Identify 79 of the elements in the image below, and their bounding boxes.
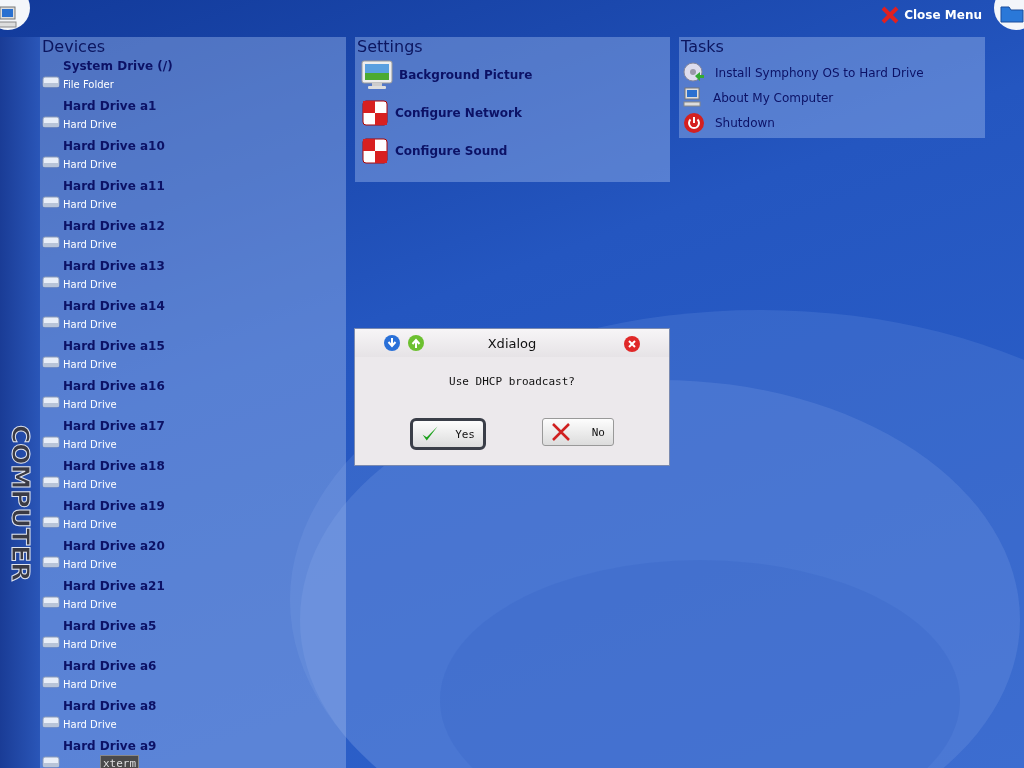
drive-icon [42,236,60,248]
checker-icon [361,99,389,127]
device-type: Hard Drive [63,678,118,692]
drive-icon [42,396,60,408]
device-name[interactable]: Hard Drive a13 [63,258,165,274]
drive-icon [42,316,60,328]
monitor-icon [361,60,393,90]
device-type: Hard Drive [63,398,118,412]
device-name[interactable]: Hard Drive a6 [63,658,157,674]
drive-icon [42,356,60,368]
device-name[interactable]: Hard Drive a5 [63,618,157,634]
panel-title: Devices [42,38,107,56]
device-name[interactable]: Hard Drive a12 [63,218,165,234]
device-type: Hard Drive [63,638,118,652]
checker-icon [361,137,389,165]
drive-icon [42,276,60,288]
drive-icon [42,716,60,728]
no-button[interactable]: No [542,418,614,446]
device-name[interactable]: Hard Drive a19 [63,498,165,514]
computer-icon [683,86,703,109]
drive-icon [42,436,60,448]
settings-item[interactable]: Configure Sound [395,144,508,158]
device-name[interactable]: Hard Drive a21 [63,578,165,594]
device-name[interactable]: Hard Drive a18 [63,458,165,474]
device-type: Hard Drive [63,478,118,492]
task-item[interactable]: Install Symphony OS to Hard Drive [715,65,924,80]
device-type: Hard Drive [63,198,118,212]
drive-icon [42,676,60,688]
device-name[interactable]: System Drive (/) [63,58,173,74]
device-name[interactable]: Hard Drive a20 [63,538,165,554]
device-type: Hard Drive [63,118,118,132]
drive-icon [42,116,60,128]
settings-item[interactable]: Background Picture [399,68,533,82]
device-name[interactable]: Hard Drive a10 [63,138,165,154]
device-type: File Folder [63,78,115,92]
drive-icon [42,156,60,168]
device-name[interactable]: Hard Drive a9 [63,738,157,754]
device-type: Hard Drive [63,238,118,252]
power-icon [683,111,705,134]
device-name[interactable]: Hard Drive a11 [63,178,165,194]
dialog-message: Use DHCP broadcast? [448,375,576,388]
disc-icon [683,61,705,84]
device-name[interactable]: Hard Drive a15 [63,338,165,354]
device-type: Hard Drive [63,598,118,612]
device-type: Hard Drive [63,278,118,292]
device-type: Hard Drive [63,158,118,172]
tooltip: xterm [100,755,140,768]
device-name[interactable]: Hard Drive a14 [63,298,165,314]
device-name[interactable]: Hard Drive a17 [63,418,165,434]
device-type: Hard Drive [63,438,118,452]
yes-button[interactable]: Yes [410,418,486,450]
task-item[interactable]: About My Computer [713,90,834,105]
device-type: Hard Drive [63,318,118,332]
drive-icon [42,516,60,528]
panel-title: Tasks [681,38,725,56]
drive-icon [42,76,60,88]
drive-icon [42,636,60,648]
device-name[interactable]: Hard Drive a1 [63,98,157,114]
settings-item[interactable]: Configure Network [395,106,522,120]
close-menu-button[interactable]: Close Menu [880,5,982,25]
device-type: Hard Drive [63,718,118,732]
device-type: Hard Drive [63,558,118,572]
side-label: COMPUTER [5,425,35,582]
device-type: Hard Drive [63,518,118,532]
device-type: Hard Drive [63,358,118,372]
cross-icon [551,422,571,442]
device-name[interactable]: Hard Drive a8 [63,698,157,714]
drive-icon [42,596,60,608]
device-name[interactable]: Hard Drive a16 [63,378,165,394]
close-icon [880,5,901,25]
drive-icon [42,556,60,568]
panel-title: Settings [357,38,424,56]
computer-icon[interactable] [0,6,19,30]
drive-icon [42,756,60,768]
task-item[interactable]: Shutdown [715,115,775,130]
dialog-title: Xdialog [487,335,537,351]
drive-icon [42,196,60,208]
close-icon[interactable] [623,335,641,353]
drive-icon [42,476,60,488]
